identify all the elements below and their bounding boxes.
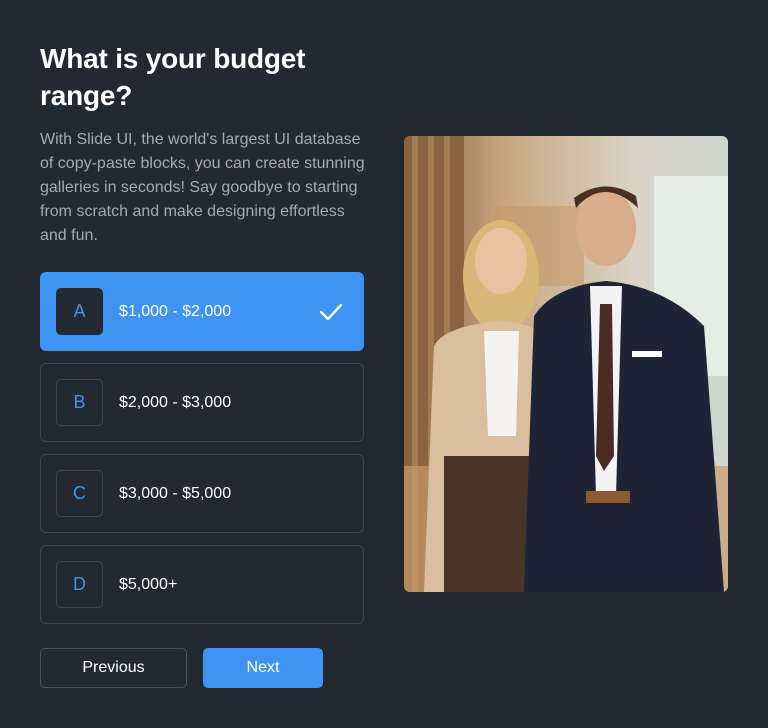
next-button[interactable]: Next xyxy=(203,648,323,688)
option-label: $1,000 - $2,000 xyxy=(119,302,232,320)
option-label: $2,000 - $3,000 xyxy=(119,393,232,411)
option-label: $3,000 - $5,000 xyxy=(119,484,232,502)
option-letter: C xyxy=(56,470,103,517)
option-letter: B xyxy=(56,379,103,426)
team-photo xyxy=(404,136,728,592)
option-b[interactable]: B $2,000 - $3,000 xyxy=(40,363,364,442)
option-letter: A xyxy=(56,288,103,335)
option-letter: D xyxy=(56,561,103,608)
previous-button[interactable]: Previous xyxy=(40,648,187,688)
option-a[interactable]: A $1,000 - $2,000 xyxy=(40,272,364,351)
option-d[interactable]: D $5,000+ xyxy=(40,545,364,624)
business-couple-image xyxy=(404,136,728,592)
check-icon xyxy=(319,303,343,321)
option-label: $5,000+ xyxy=(119,575,178,593)
question-title: What is your budget range? xyxy=(40,43,306,111)
question-description: With Slide UI, the world's largest UI da… xyxy=(40,131,365,244)
option-c[interactable]: C $3,000 - $5,000 xyxy=(40,454,364,533)
budget-options: A $1,000 - $2,000 B $2,000 - $3,000 C $3… xyxy=(40,272,364,636)
